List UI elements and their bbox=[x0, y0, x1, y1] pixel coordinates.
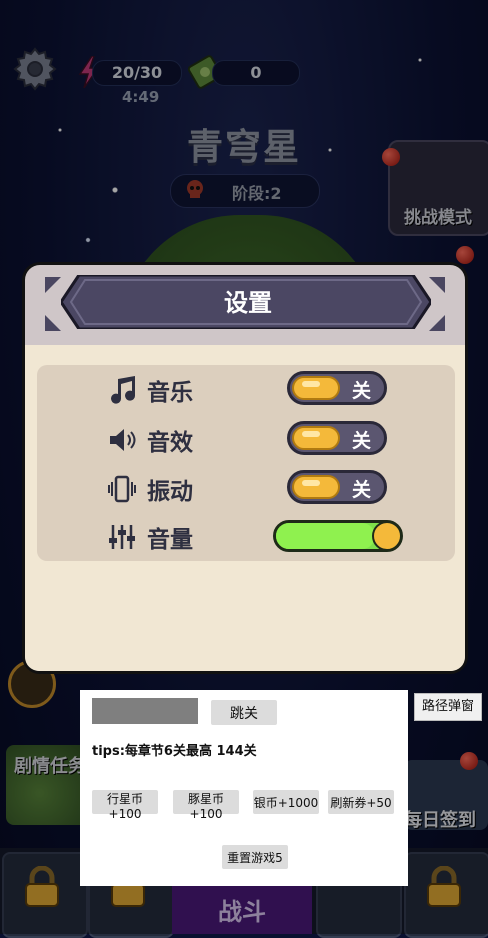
skip-level-button[interactable]: 跳关 bbox=[211, 700, 277, 725]
add-silver-coin-button[interactable]: 银币+1000 bbox=[253, 790, 319, 814]
toggle-state: 关 bbox=[352, 430, 372, 452]
toggle-state: 关 bbox=[352, 380, 372, 402]
volume-fill bbox=[276, 523, 376, 549]
add-planet-coin-button[interactable]: 行星币+100 bbox=[92, 790, 158, 821]
level-input[interactable] bbox=[92, 698, 198, 724]
setting-row-music: 音乐 关 bbox=[37, 367, 455, 413]
debug-panel: 跳关 tips:每章节6关最高 144关 行星币+100 豚星币+100 银币+… bbox=[80, 690, 408, 886]
path-popup-button[interactable]: 路径弹窗 bbox=[414, 693, 482, 721]
reset-game-button[interactable]: 重置游戏5 bbox=[222, 845, 288, 869]
debug-tips: tips:每章节6关最高 144关 bbox=[92, 744, 257, 759]
settings-modal: 设置 音乐 关 音效 关 振动 关 音量 bbox=[22, 262, 468, 674]
add-refresh-ticket-button[interactable]: 刷新券+50 bbox=[328, 790, 394, 814]
sfx-toggle[interactable]: 关 bbox=[287, 421, 387, 455]
music-label: 音乐 bbox=[147, 380, 193, 406]
toggle-knob bbox=[292, 376, 340, 400]
speaker-icon bbox=[110, 429, 136, 451]
vibration-label: 振动 bbox=[147, 479, 193, 505]
vibration-icon bbox=[108, 475, 136, 503]
add-pig-coin-button[interactable]: 豚星币+100 bbox=[173, 790, 239, 821]
setting-row-vibration: 振动 关 bbox=[37, 466, 455, 512]
toggle-knob bbox=[292, 475, 340, 499]
volume-label: 音量 bbox=[147, 527, 193, 553]
setting-row-sfx: 音效 关 bbox=[37, 417, 455, 463]
vibration-toggle[interactable]: 关 bbox=[287, 470, 387, 504]
settings-panel: 音乐 关 音效 关 振动 关 音量 bbox=[37, 365, 455, 561]
setting-row-volume: 音量 bbox=[37, 514, 455, 560]
toggle-knob bbox=[292, 426, 340, 450]
settings-title: 设置 bbox=[224, 289, 272, 317]
toggle-state: 关 bbox=[352, 479, 372, 501]
volume-knob[interactable] bbox=[372, 521, 402, 551]
music-note-icon bbox=[111, 376, 136, 404]
volume-slider[interactable] bbox=[273, 520, 403, 552]
equalizer-icon bbox=[109, 525, 135, 549]
music-toggle[interactable]: 关 bbox=[287, 371, 387, 405]
sfx-label: 音效 bbox=[147, 430, 193, 456]
